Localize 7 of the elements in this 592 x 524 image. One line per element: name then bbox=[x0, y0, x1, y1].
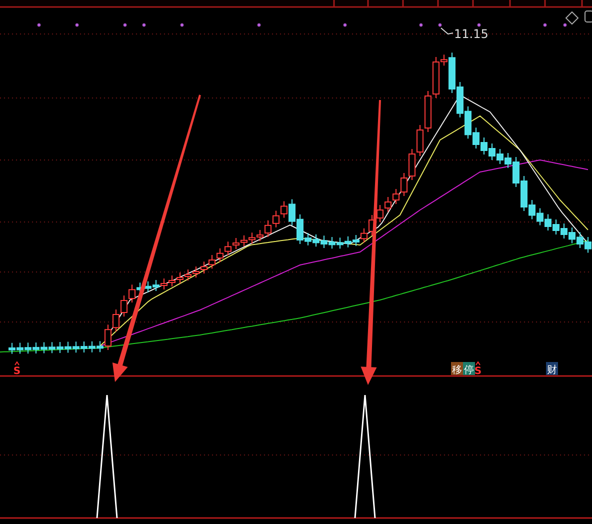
sell-signal-mark: S bbox=[13, 361, 21, 377]
diamond-icon[interactable] bbox=[565, 11, 579, 25]
event-tag: 财 bbox=[546, 362, 558, 376]
event-tag: 停 bbox=[463, 362, 475, 376]
sell-signal-mark: S bbox=[474, 361, 482, 377]
event-tag: 移 bbox=[451, 362, 463, 376]
high-price-label: 11.15 bbox=[440, 27, 488, 41]
